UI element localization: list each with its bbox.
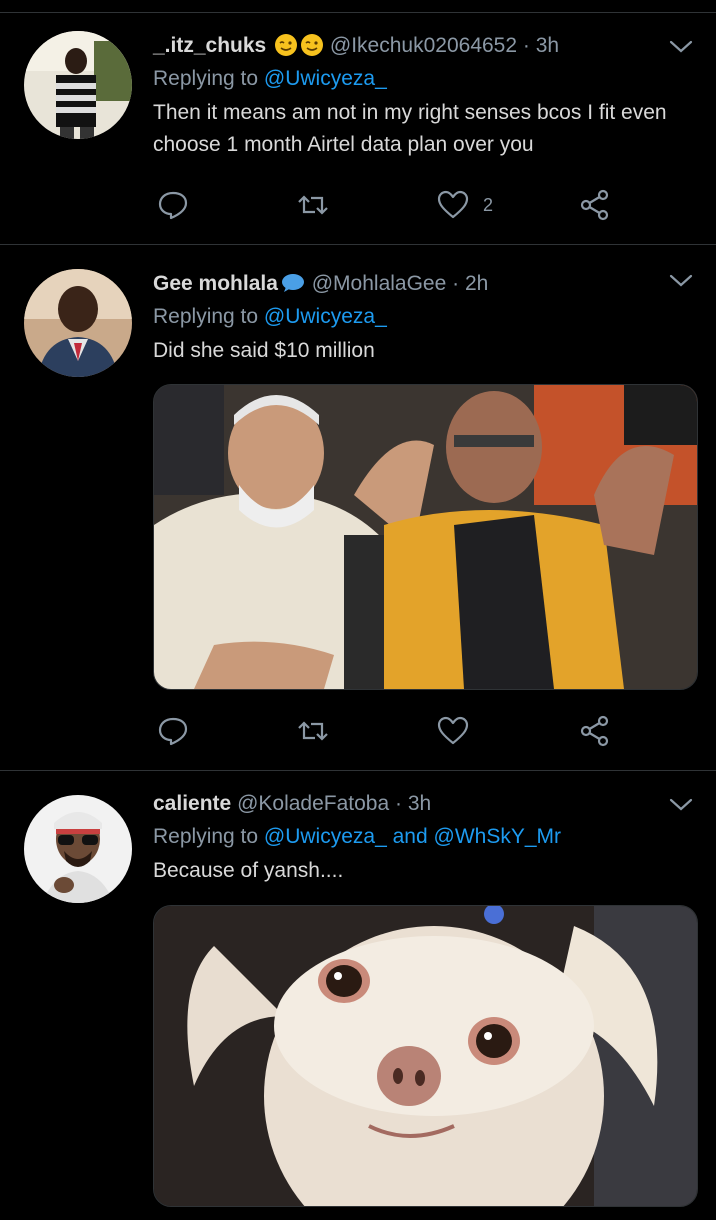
tweet-actions: 2 bbox=[153, 185, 633, 225]
handle[interactable]: @Ikechuk02064652 bbox=[330, 34, 517, 57]
chevron-down-icon[interactable] bbox=[668, 795, 694, 815]
display-name[interactable]: _.itz_chuks bbox=[153, 34, 266, 57]
replying-to: Replying to @Uwicyeza_ bbox=[153, 61, 696, 97]
retweet-button[interactable] bbox=[295, 711, 331, 751]
heart-icon bbox=[437, 190, 469, 219]
tweet-photo[interactable] bbox=[153, 384, 698, 690]
share-button[interactable] bbox=[577, 185, 613, 225]
tweet-3[interactable]: caliente @KoladeFatoba · 3h Replying to … bbox=[0, 771, 716, 1220]
tweet-2[interactable]: Gee mohlala @MohlalaGee · 2h Replying to… bbox=[0, 245, 716, 771]
separator: · bbox=[452, 272, 460, 295]
tweet-header: _.itz_chuks @Ikechuk02064652 · 3h bbox=[153, 31, 696, 61]
wink-emoji-icon bbox=[301, 34, 324, 56]
replying-to: Replying to @Uwicyeza_ bbox=[153, 299, 696, 335]
like-count: 2 bbox=[483, 194, 494, 215]
tweet-feed: _.itz_chuks @Ikechuk02064652 · 3h Replyi… bbox=[0, 0, 716, 1220]
tweet-content: caliente @KoladeFatoba · 3h Replying to … bbox=[153, 789, 696, 887]
replying-label: Replying to bbox=[153, 67, 259, 90]
retweet-icon bbox=[298, 721, 328, 741]
share-icon bbox=[580, 715, 609, 747]
tweet-header: caliente @KoladeFatoba · 3h bbox=[153, 789, 696, 819]
top-divider bbox=[0, 0, 716, 13]
like-button[interactable] bbox=[435, 711, 471, 751]
tweet-text: Because of yansh.... bbox=[153, 859, 344, 882]
timestamp[interactable]: 3h bbox=[536, 34, 559, 57]
tweet-text: Then it means am not in my right senses … bbox=[153, 101, 667, 156]
replying-to: Replying to @Uwicyeza_ and @WhSkY_Mr bbox=[153, 819, 696, 855]
speech-bubble-emoji-icon bbox=[281, 274, 304, 292]
replying-label: Replying to bbox=[153, 825, 259, 848]
like-button[interactable]: 2 bbox=[435, 185, 493, 225]
mention-link[interactable]: @Uwicyeza_ bbox=[264, 305, 387, 328]
handle[interactable]: @MohlalaGee bbox=[312, 272, 447, 295]
retweet-button[interactable] bbox=[295, 185, 331, 225]
replying-label: Replying to bbox=[153, 305, 259, 328]
chevron-down-icon[interactable] bbox=[668, 37, 694, 57]
tweet-content: Gee mohlala @MohlalaGee · 2h Replying to… bbox=[153, 269, 696, 367]
tweet-actions bbox=[153, 711, 633, 751]
share-button[interactable] bbox=[577, 711, 613, 751]
mention-link[interactable]: @Uwicyeza_ bbox=[264, 67, 387, 90]
tweet-text: Did she said $10 million bbox=[153, 339, 375, 362]
tweet-content: _.itz_chuks @Ikechuk02064652 · 3h Replyi… bbox=[153, 31, 696, 161]
avatar[interactable] bbox=[24, 795, 132, 903]
reply-button[interactable] bbox=[155, 185, 191, 225]
avatar[interactable] bbox=[24, 269, 132, 377]
chevron-down-icon[interactable] bbox=[668, 271, 694, 291]
handle[interactable]: @KoladeFatoba bbox=[237, 792, 389, 815]
retweet-icon bbox=[298, 195, 328, 215]
heart-icon bbox=[437, 716, 469, 745]
reply-button[interactable] bbox=[155, 711, 191, 751]
photo-content bbox=[154, 385, 697, 689]
share-icon bbox=[580, 189, 609, 221]
wink-emoji-icon bbox=[275, 34, 298, 56]
replying-and[interactable]: and bbox=[393, 825, 428, 848]
tweet-1[interactable]: _.itz_chuks @Ikechuk02064652 · 3h Replyi… bbox=[0, 13, 716, 245]
reply-icon bbox=[158, 191, 188, 220]
tweet-photo[interactable] bbox=[153, 905, 698, 1207]
photo-content bbox=[154, 906, 697, 1206]
display-name[interactable]: caliente bbox=[153, 792, 231, 815]
tweet-header: Gee mohlala @MohlalaGee · 2h bbox=[153, 269, 696, 299]
separator: · bbox=[522, 34, 530, 57]
timestamp[interactable]: 2h bbox=[465, 272, 488, 295]
timestamp[interactable]: 3h bbox=[408, 792, 431, 815]
display-name[interactable]: Gee mohlala bbox=[153, 272, 278, 295]
mention-link[interactable]: @Uwicyeza_ bbox=[264, 825, 387, 848]
reply-icon bbox=[158, 717, 188, 746]
mention-link-2[interactable]: @WhSkY_Mr bbox=[434, 825, 562, 848]
avatar[interactable] bbox=[24, 31, 132, 139]
separator: · bbox=[395, 792, 402, 815]
